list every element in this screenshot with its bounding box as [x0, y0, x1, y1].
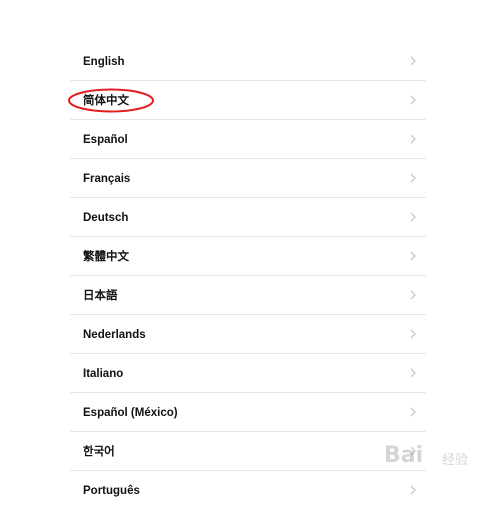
language-label: Español — [83, 134, 128, 146]
chevron-right-icon — [410, 56, 416, 66]
chevron-right-icon — [410, 446, 416, 456]
language-item-simplified-chinese[interactable]: 简体中文 — [70, 81, 426, 120]
language-label: 简体中文 — [83, 95, 129, 107]
language-label: Nederlands — [83, 329, 146, 341]
language-label: Português — [83, 485, 140, 497]
language-label: Français — [83, 173, 131, 185]
language-item-english[interactable]: English — [70, 42, 426, 81]
watermark-subtext: 经验 — [442, 453, 469, 468]
language-label: Español (México) — [83, 407, 178, 419]
chevron-right-icon — [410, 134, 416, 144]
language-label: 日本語 — [83, 290, 118, 302]
chevron-right-icon — [410, 173, 416, 183]
chevron-right-icon — [410, 290, 416, 300]
language-item-dutch[interactable]: Nederlands — [70, 315, 426, 354]
language-item-spanish[interactable]: Español — [70, 120, 426, 159]
language-item-spanish-mexico[interactable]: Español (México) — [70, 393, 426, 432]
chevron-right-icon — [410, 212, 416, 222]
chevron-right-icon — [410, 251, 416, 261]
language-label: Italiano — [83, 368, 124, 380]
chevron-right-icon — [410, 368, 416, 378]
language-item-french[interactable]: Français — [70, 159, 426, 198]
language-item-portuguese[interactable]: Português — [70, 471, 426, 510]
language-item-japanese[interactable]: 日本語 — [70, 276, 426, 315]
language-label: English — [83, 56, 125, 68]
chevron-right-icon — [410, 485, 416, 495]
language-list: English 简体中文 Español Français Deutsch 繁體… — [70, 42, 426, 510]
language-label: Deutsch — [83, 212, 129, 224]
language-item-traditional-chinese[interactable]: 繁體中文 — [70, 237, 426, 276]
language-item-korean[interactable]: 한국어 — [70, 432, 426, 471]
language-label: 한국어 — [83, 446, 115, 458]
chevron-right-icon — [410, 329, 416, 339]
chevron-right-icon — [410, 95, 416, 105]
language-item-german[interactable]: Deutsch — [70, 198, 426, 237]
language-label: 繁體中文 — [83, 251, 129, 263]
language-item-italian[interactable]: Italiano — [70, 354, 426, 393]
chevron-right-icon — [410, 407, 416, 417]
